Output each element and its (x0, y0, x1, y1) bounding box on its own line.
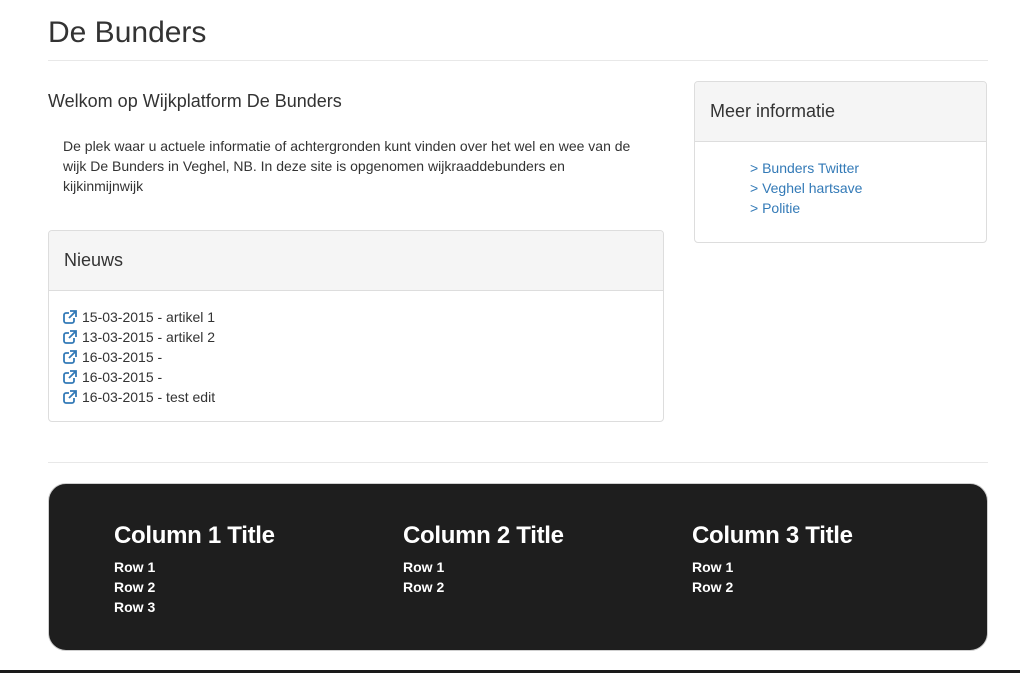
footer-column-1: Column 1 Title Row 1 Row 2 Row 3 (114, 522, 275, 617)
footer-row: Row 2 (403, 579, 445, 595)
welcome-text-line: kijkinmijnwijk (63, 178, 144, 194)
info-list-item: > Veghel hartsave (750, 178, 986, 198)
news-item-label: 16-03-2015 - (82, 369, 163, 385)
footer-column-title: Column 2 Title (403, 522, 564, 549)
link-bunders-twitter[interactable]: > Bunders Twitter (750, 160, 859, 176)
news-item-label: 16-03-2015 - (82, 349, 163, 365)
welcome-heading: Welkom op Wijkplatform De Bunders (48, 91, 342, 111)
link-politie[interactable]: > Politie (750, 200, 800, 216)
news-item[interactable]: 16-03-2015 - (63, 367, 649, 387)
info-panel: Meer informatie > Bunders Twitter > Vegh… (694, 81, 987, 243)
news-item[interactable]: 15-03-2015 - artikel 1 (63, 307, 649, 327)
welcome-text-line: wijk De Bunders in Veghel, NB. In deze s… (63, 158, 565, 174)
news-item[interactable]: 16-03-2015 - (63, 347, 649, 367)
info-list-item: > Bunders Twitter (750, 158, 986, 178)
footer-column-3: Column 3 Title Row 1 Row 2 (692, 522, 853, 597)
footer-row: Row 1 (692, 559, 734, 575)
section-divider (48, 462, 988, 463)
external-link-icon[interactable] (63, 390, 77, 404)
page-title: De Bunders (48, 16, 207, 49)
welcome-text-line: De plek waar u actuele informatie of ach… (63, 138, 631, 154)
external-link-icon[interactable] (63, 350, 77, 364)
footer-row: Row 2 (692, 579, 734, 595)
news-item[interactable]: 16-03-2015 - test edit (63, 387, 649, 407)
footer-row: Row 1 (403, 559, 445, 575)
external-link-icon[interactable] (63, 310, 77, 324)
footer-row: Row 2 (114, 579, 156, 595)
news-item-label: 15-03-2015 - artikel 1 (82, 309, 216, 325)
news-item[interactable]: 13-03-2015 - artikel 2 (63, 327, 649, 347)
external-link-icon[interactable] (63, 370, 77, 384)
news-item-label: 16-03-2015 - test edit (82, 389, 216, 405)
news-item-label: 13-03-2015 - artikel 2 (82, 329, 216, 345)
link-veghel-hartsave[interactable]: > Veghel hartsave (750, 180, 862, 196)
info-list-item: > Politie (750, 198, 986, 218)
footer-column-2: Column 2 Title Row 1 Row 2 (403, 522, 564, 597)
news-panel: Nieuws 15-03-2015 - artikel 1 13-03-2015… (48, 230, 664, 422)
footer-column-title: Column 3 Title (692, 522, 853, 549)
welcome-text: De plek waar u actuele informatie of ach… (63, 136, 653, 196)
title-divider (48, 60, 988, 61)
info-link-list: > Bunders Twitter > Veghel hartsave > Po… (695, 142, 986, 218)
footer-column-title: Column 1 Title (114, 522, 275, 549)
footer-row: Row 1 (114, 559, 156, 575)
news-list: 15-03-2015 - artikel 1 13-03-2015 - arti… (49, 291, 663, 407)
news-panel-heading: Nieuws (49, 231, 663, 291)
footer: Column 1 Title Row 1 Row 2 Row 3 Column … (48, 483, 988, 651)
info-panel-heading: Meer informatie (695, 82, 986, 142)
external-link-icon[interactable] (63, 330, 77, 344)
footer-row: Row 3 (114, 599, 156, 615)
